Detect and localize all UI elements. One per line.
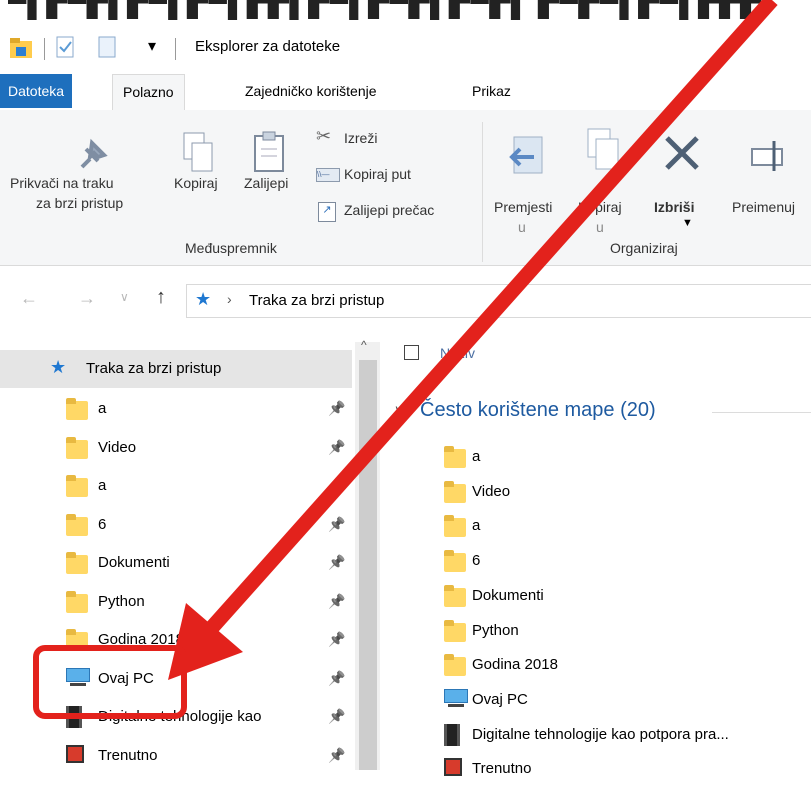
annotation-overlay	[33, 0, 778, 719]
annotation-arrow-line	[202, 0, 778, 637]
annotation-highlight-box	[33, 645, 187, 719]
